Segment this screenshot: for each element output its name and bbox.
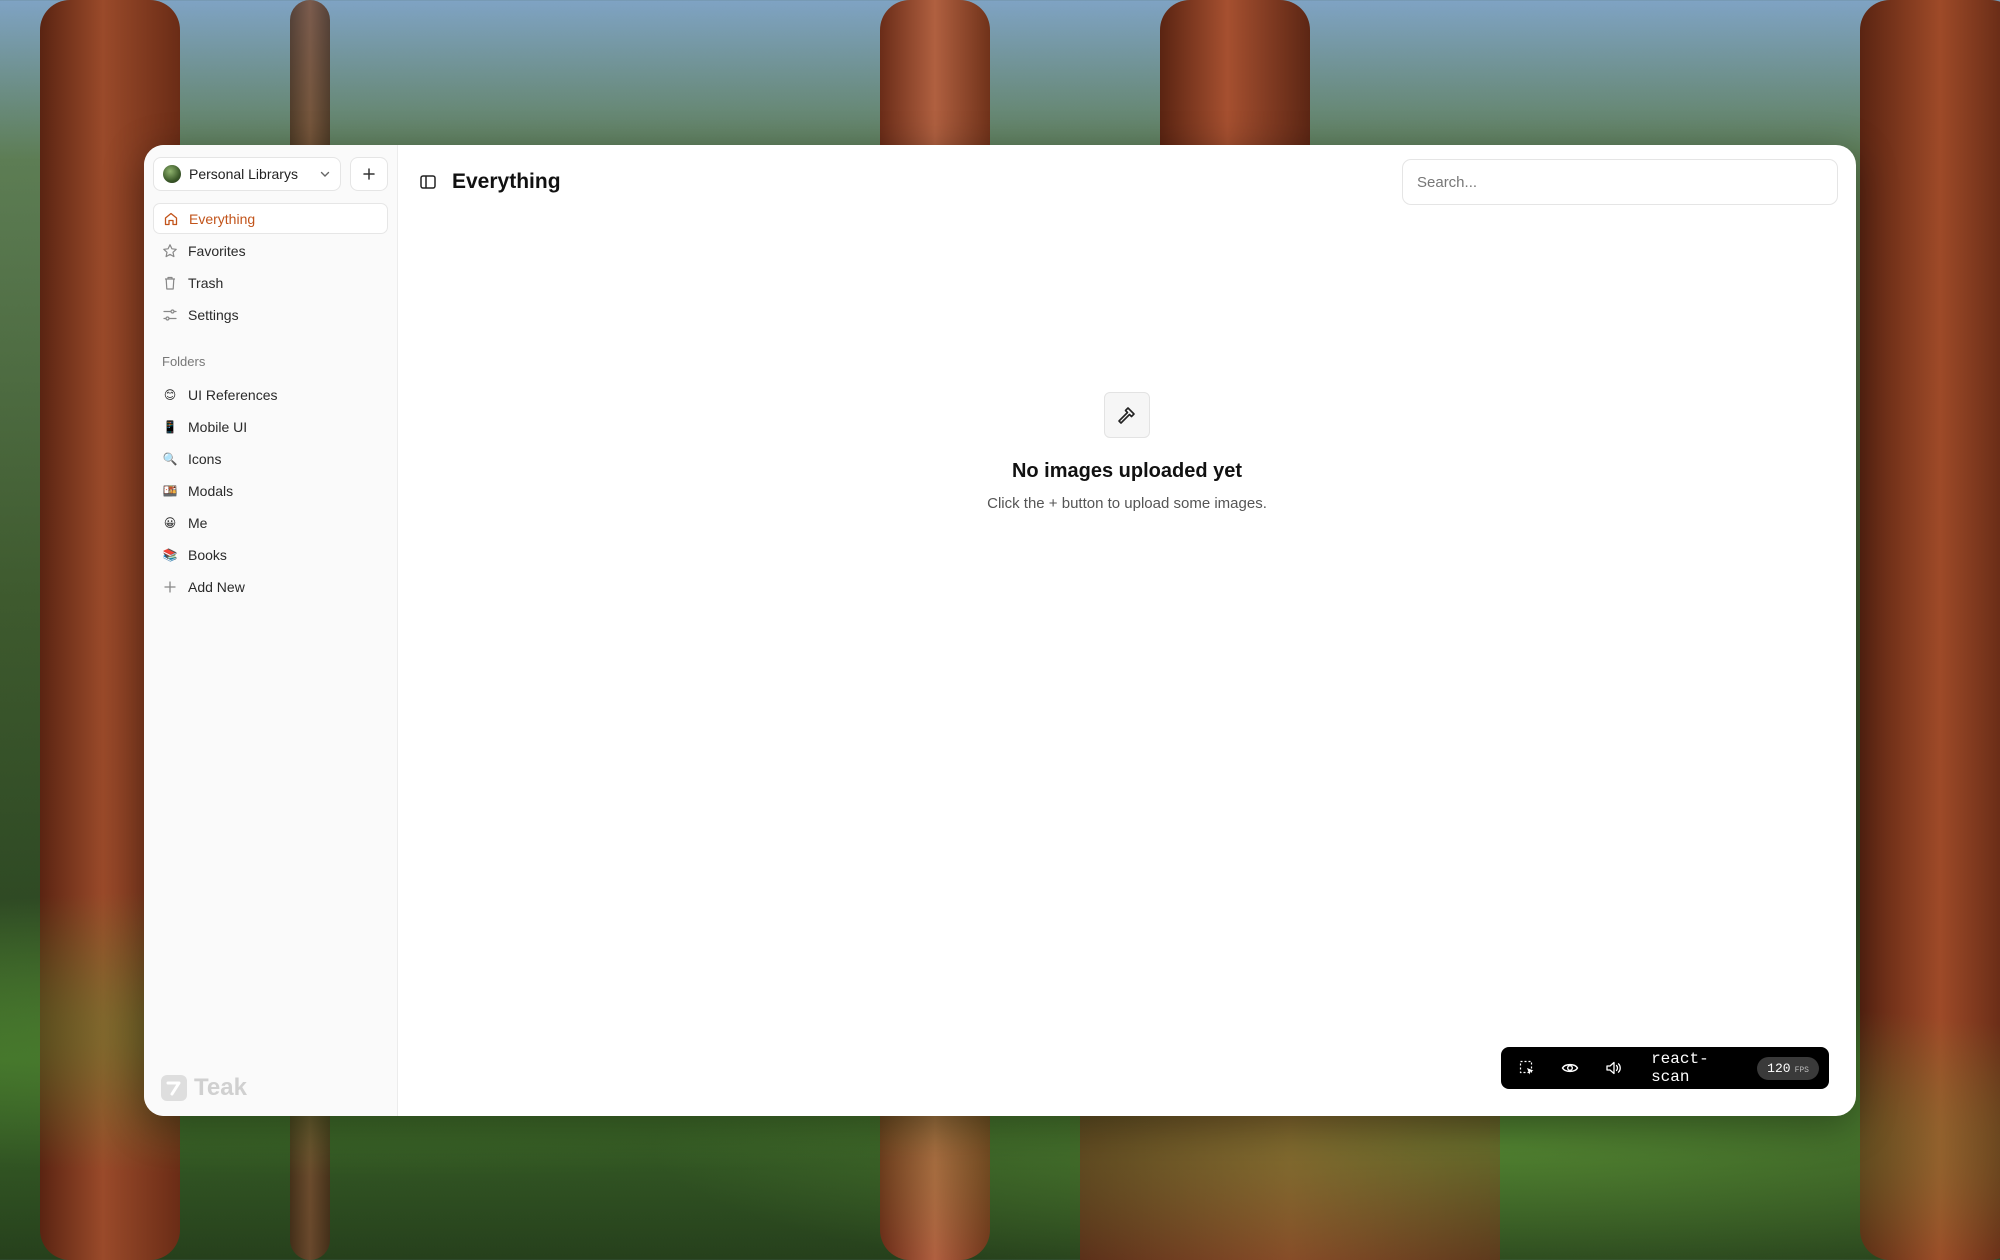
inspect-button[interactable] (1511, 1052, 1542, 1084)
main-nav: Everything Favorites Trash Settings (153, 203, 388, 330)
folder-emoji-icon: 🍱 (162, 483, 178, 498)
app-window: Personal Librarys Everything Favorites T… (144, 145, 1856, 1116)
nav-item-label: Everything (189, 210, 256, 227)
folder-list: 😊 UI References 📱 Mobile UI 🔍 Icons 🍱 Mo… (153, 379, 388, 602)
page-title: Everything (452, 170, 561, 193)
sidebar-toggle-icon[interactable] (418, 172, 438, 192)
sound-toggle-button[interactable] (1598, 1052, 1629, 1084)
nav-item-label: Settings (188, 306, 239, 323)
home-icon (164, 212, 178, 225)
plus-icon (363, 168, 375, 180)
sidebar: Personal Librarys Everything Favorites T… (144, 145, 398, 1116)
folder-label: UI References (188, 386, 278, 403)
nav-item-label: Trash (188, 274, 224, 291)
hammer-icon (1118, 407, 1135, 424)
folders-heading: Folders (162, 354, 206, 369)
folder-emoji-icon: 😀 (163, 515, 177, 530)
folder-emoji-icon: 🔍 (162, 451, 178, 466)
library-row: Personal Librarys (153, 157, 388, 191)
folder-label: Mobile UI (188, 418, 248, 435)
react-scan-toolbar: react-scan 120 FPS (1501, 1047, 1829, 1089)
library-selector[interactable]: Personal Librarys (153, 157, 341, 191)
trash-icon (165, 276, 175, 290)
react-scan-label: react-scan (1651, 1050, 1709, 1086)
add-folder-label: Add New (188, 578, 245, 595)
nav-item-everything[interactable]: Everything (153, 203, 388, 234)
nav-item-settings[interactable]: Settings (153, 299, 388, 330)
empty-state: No images uploaded yet Click the + butto… (398, 392, 1856, 512)
folder-label: Books (188, 546, 227, 563)
fps-value: 120 (1767, 1060, 1791, 1076)
brand-name: Teak (194, 1074, 247, 1101)
folder-item-mobile-ui[interactable]: 📱 Mobile UI (153, 411, 388, 442)
folder-label: Modals (188, 482, 234, 499)
folder-emoji-icon: 📱 (162, 419, 178, 434)
folder-item-books[interactable]: 📚 Books (153, 539, 388, 570)
empty-state-subtitle: Click the + button to upload some images… (987, 495, 1267, 512)
add-folder-button[interactable]: Add New (153, 571, 388, 602)
folder-item-me[interactable]: 😀 Me (153, 507, 388, 538)
search-input[interactable] (1402, 159, 1838, 205)
select-cursor-icon (1519, 1060, 1534, 1075)
add-library-button[interactable] (350, 157, 388, 191)
folder-label: Me (188, 514, 208, 531)
library-avatar (163, 165, 181, 183)
folder-emoji-icon: 😊 (163, 387, 177, 402)
nav-item-favorites[interactable]: Favorites (153, 235, 388, 266)
main-panel: Everything No images uploaded yet Click … (398, 145, 1856, 1116)
fps-badge: 120 FPS (1757, 1056, 1819, 1080)
folder-label: Icons (188, 450, 222, 467)
empty-state-icon-box (1104, 392, 1150, 438)
top-bar: Everything (398, 145, 1856, 219)
star-icon (163, 243, 177, 257)
brand-logo: Teak (160, 1074, 247, 1102)
folder-item-icons[interactable]: 🔍 Icons (153, 443, 388, 474)
plus-icon (164, 580, 176, 593)
folder-emoji-icon: 📚 (162, 547, 178, 562)
settings-sliders-icon (163, 308, 177, 321)
chevron-down-icon (320, 171, 330, 177)
nav-item-trash[interactable]: Trash (153, 267, 388, 298)
eye-icon (1561, 1063, 1579, 1073)
folder-item-modals[interactable]: 🍱 Modals (153, 475, 388, 506)
fps-unit: FPS (1794, 1065, 1809, 1075)
empty-state-title: No images uploaded yet (1011, 460, 1243, 482)
teak-logo-icon (161, 1075, 187, 1101)
nav-item-label: Favorites (188, 242, 246, 259)
speaker-icon (1606, 1061, 1622, 1075)
library-name: Personal Librarys (189, 166, 298, 182)
folder-item-ui-references[interactable]: 😊 UI References (153, 379, 388, 410)
toggle-visibility-button[interactable] (1554, 1052, 1585, 1084)
